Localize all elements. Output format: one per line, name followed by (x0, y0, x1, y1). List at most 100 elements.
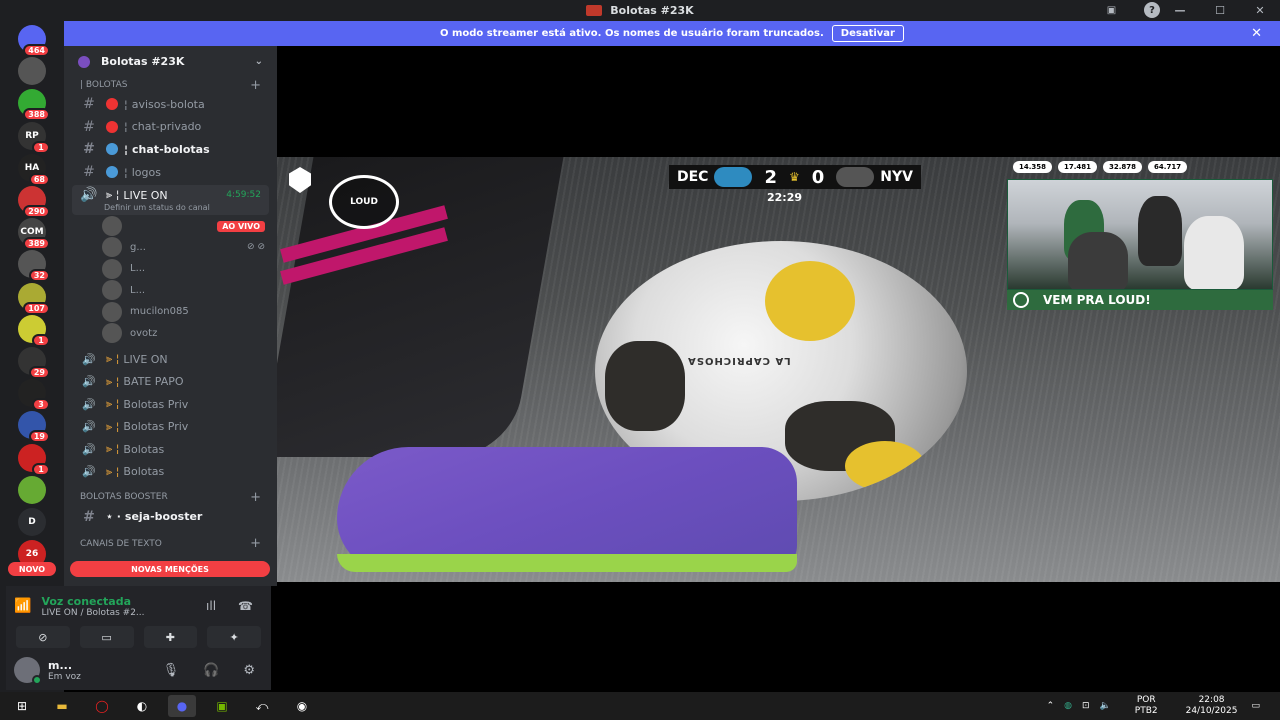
notifications-icon[interactable]: ▭ (1251, 701, 1260, 711)
muted-icon: ⊘ ⊘ (247, 242, 265, 253)
server-name: Bolotas #23K (101, 55, 185, 68)
voice-channel[interactable]: 🔊 ⫸ ¦ BATE PAPO (64, 370, 277, 393)
match-clock: 22:29 (767, 191, 803, 204)
hash-icon: # (83, 96, 95, 113)
tray-app-icon[interactable]: ◍ (1064, 701, 1072, 711)
close-icon[interactable]: ✕ (1251, 26, 1262, 41)
text-channel[interactable]: # ¦ logos (64, 161, 277, 184)
server-icon[interactable]: 464 (18, 25, 50, 57)
screen-share-button[interactable]: ▭ (79, 626, 134, 648)
channel-name: avisos-bolota (131, 97, 205, 111)
clock[interactable]: 22:08 24/10/2025 (1186, 695, 1238, 717)
obs-icon[interactable]: ◉ (288, 695, 316, 717)
close-window-button[interactable]: ✕ (1240, 0, 1280, 21)
category-booster[interactable]: Bolotas Booster + (64, 489, 277, 505)
avatar (102, 323, 122, 344)
speaker-icon: 🔊 (82, 442, 96, 456)
voice-user[interactable]: AO VIVO (64, 215, 277, 237)
gear-icon[interactable]: ⚙ (243, 663, 255, 678)
voice-location[interactable]: LIVE ON / Bolotas #2... (41, 608, 144, 618)
opera-icon[interactable]: ◯ (88, 695, 116, 717)
maximize-button[interactable]: ☐ (1200, 0, 1240, 21)
server-icon[interactable]: 32 (18, 250, 50, 283)
add-channel-icon[interactable]: + (250, 78, 261, 93)
server-icon[interactable]: 107 (18, 282, 50, 315)
activities-button[interactable]: ✚ (143, 626, 198, 648)
channel-name: LIVE ON (123, 188, 168, 202)
text-channel[interactable]: # ¦ chat-privado (64, 116, 277, 139)
text-channel-seja-booster[interactable]: # ⋆ · seja-booster (64, 505, 277, 528)
category-bolotas[interactable]: | BOLOTAS + (64, 77, 277, 93)
mention-badge: 32 (28, 269, 50, 283)
voice-channel-live-on[interactable]: 🔊 ⫸ ¦ LIVE ON 4:59:52 Definir um status … (72, 185, 269, 216)
mention-badge: 19 (28, 430, 50, 444)
voice-user[interactable]: mucilon085 (64, 301, 277, 322)
server-icon[interactable]: COM 389 (18, 218, 50, 251)
new-mentions-button[interactable]: NOVAS MENÇÕES (70, 561, 270, 577)
voice-channel[interactable]: 🔊 ⫸ ¦ Bolotas Priv (64, 416, 277, 439)
server-icon[interactable]: 29 (18, 347, 50, 379)
voice-user[interactable]: ovotz (64, 322, 277, 344)
minimize-button[interactable]: — (1160, 0, 1200, 21)
server-icon[interactable]: 1 (18, 443, 50, 476)
noise-suppression-icon[interactable]: ıll (206, 599, 216, 613)
signal-icon[interactable]: 📶 (14, 598, 31, 614)
network-icon[interactable]: ⊡ (1082, 701, 1090, 711)
category-texto[interactable]: Canais de Texto + (64, 536, 277, 552)
novo-badge[interactable]: NOVO (8, 562, 56, 576)
language-indicator[interactable]: POR PTB2 (1135, 695, 1158, 717)
channel-status[interactable]: Definir um status do canal (104, 203, 210, 212)
banner-text: VEM PRA LOUD! (1043, 293, 1151, 307)
server-icon[interactable]: 388 (18, 89, 50, 122)
server-icon[interactable]: 1 (18, 314, 50, 347)
live-badge: AO VIVO (217, 220, 265, 232)
server-icon[interactable]: RP 1 (18, 121, 50, 154)
soundboard-button[interactable]: ✦ (207, 626, 261, 648)
ball-brand-text: LA CAPRICHOSA (687, 355, 791, 366)
stream-video[interactable]: LA CAPRICHOSA LOUD DEC 2 ♛ 0 NYV 22:29 1… (277, 157, 1280, 582)
avatar (102, 216, 122, 237)
speaker-icon: 🔊 (82, 352, 96, 366)
text-channel[interactable]: # ¦ chat-bolotas (64, 138, 277, 161)
twitch-viewers: 14.358 (1013, 161, 1053, 173)
add-channel-icon[interactable]: + (250, 490, 261, 505)
text-channel[interactable]: # ¦ avisos-bolota (64, 93, 277, 116)
server-icon[interactable]: 19 (18, 411, 50, 444)
windows-start-icon[interactable]: ⊞ (8, 695, 36, 717)
voice-user[interactable]: L... (64, 258, 277, 279)
disconnect-icon[interactable]: ☎ (238, 599, 253, 613)
app-icon[interactable]: ◐ (128, 695, 156, 717)
app-icon[interactable]: ⤺ (248, 695, 276, 717)
channel-name: Bolotas Priv (123, 397, 189, 411)
nvidia-icon[interactable]: ▣ (208, 695, 236, 717)
hash-icon: # (83, 164, 95, 181)
server-icon[interactable] (18, 57, 46, 86)
help-icon[interactable]: ? (1144, 2, 1160, 18)
avatar[interactable] (14, 657, 42, 685)
disable-streamer-button[interactable]: Desativar (831, 25, 904, 42)
server-icon[interactable]: 3 (18, 379, 50, 412)
server-icon[interactable]: HA 68 (18, 153, 50, 186)
voice-channel[interactable]: 🔊 ⫸ ¦ LIVE ON (64, 348, 277, 371)
camera-off-button[interactable]: ⊘ (16, 626, 70, 648)
voice-user[interactable]: g... ⊘ ⊘ (64, 237, 277, 258)
file-explorer-icon[interactable]: ▬ (48, 695, 76, 717)
voice-channel[interactable]: 🔊 ⫸ ¦ Bolotas (64, 461, 277, 484)
score-right: 0 (811, 166, 825, 188)
volume-icon[interactable]: 🔈 (1100, 701, 1111, 711)
chevron-up-icon[interactable]: ⌃ (1047, 701, 1055, 711)
voice-user[interactable]: L... (64, 280, 277, 301)
voice-channel[interactable]: 🔊 ⫸ ¦ Bolotas (64, 438, 277, 461)
inbox-icon[interactable]: ▣ (1103, 2, 1120, 18)
server-icon[interactable]: 290 (18, 186, 50, 218)
discord-icon[interactable]: ● (168, 695, 196, 717)
headphones-icon[interactable]: 🎧 (203, 663, 219, 678)
microphone-icon[interactable]: 🎙 (163, 663, 180, 678)
server-icon[interactable]: D (18, 508, 46, 536)
server-header[interactable]: Bolotas #23K ⌄ (64, 46, 277, 77)
add-channel-icon[interactable]: + (250, 536, 261, 551)
voice-channel[interactable]: 🔊 ⫸ ¦ Bolotas Priv (64, 393, 277, 416)
server-icon[interactable] (18, 475, 46, 504)
voice-status: Voz conectada (41, 594, 132, 608)
mention-badge: 1 (32, 140, 50, 154)
